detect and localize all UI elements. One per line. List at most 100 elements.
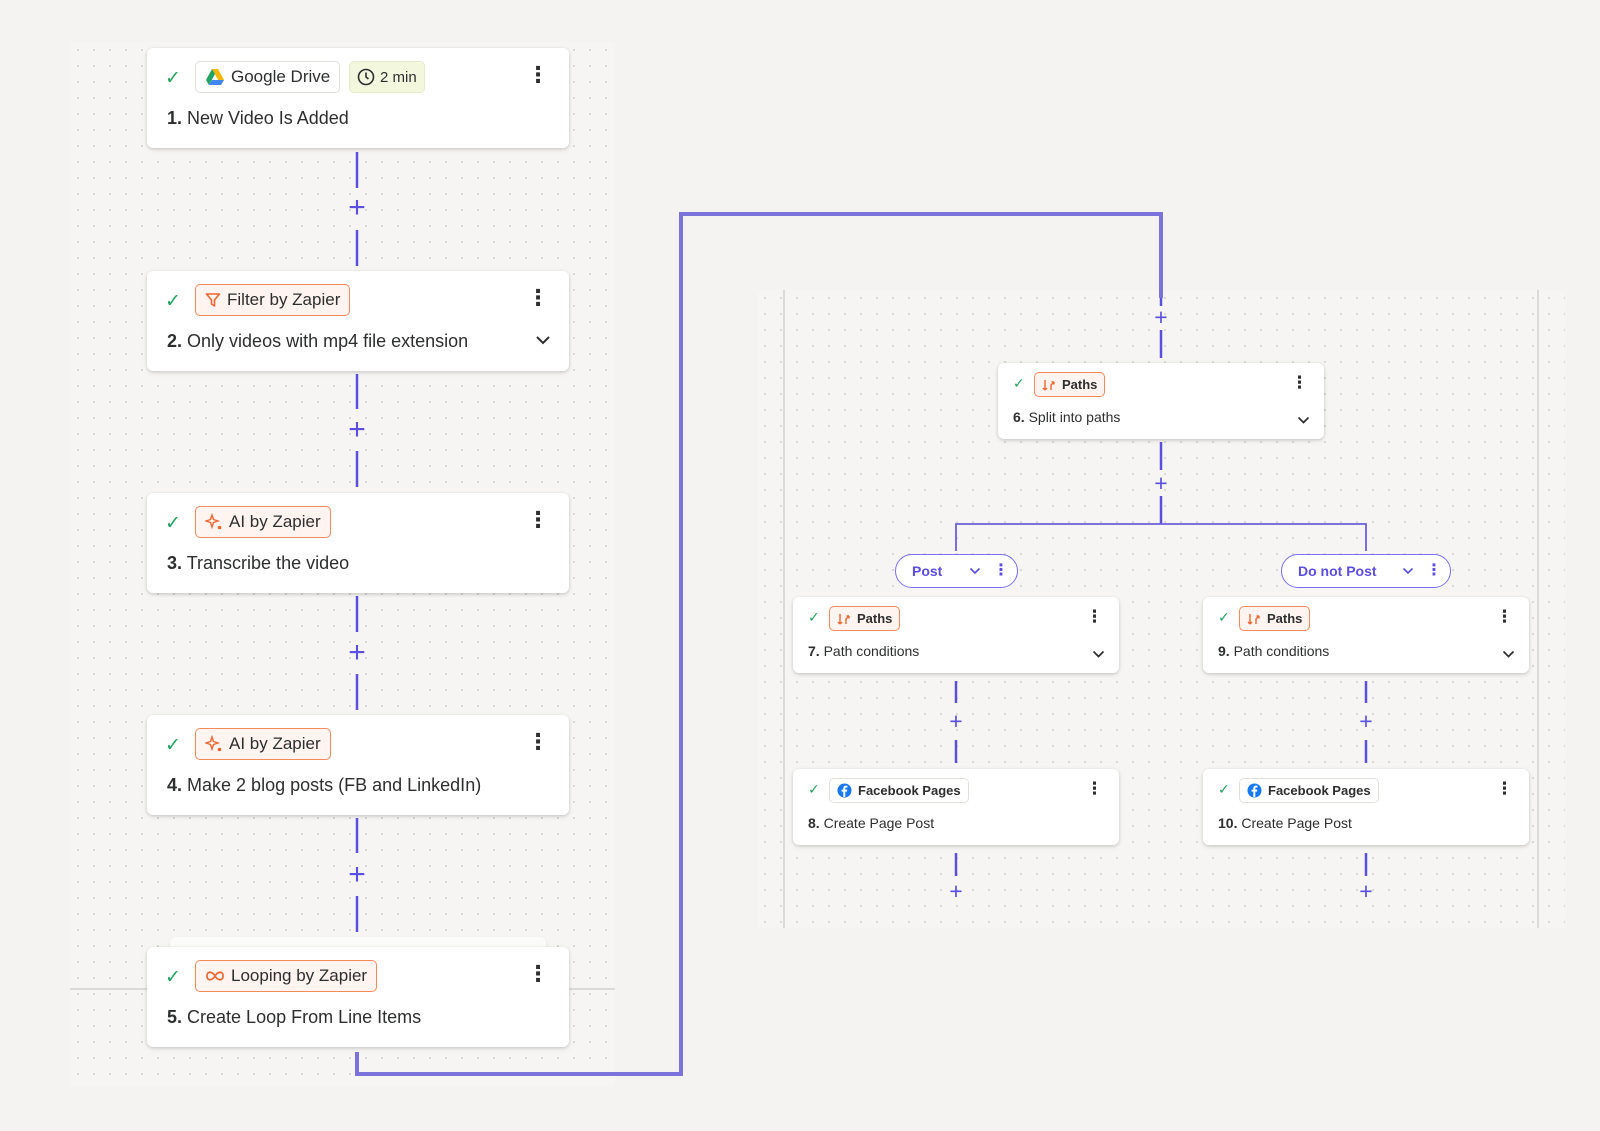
add-step-button[interactable]: + (946, 878, 966, 904)
check-icon: ✓ (1218, 609, 1230, 625)
google-drive-icon (205, 68, 225, 86)
app-badge-label: Paths (1062, 377, 1098, 392)
app-badge-label: Google Drive (231, 67, 331, 86)
check-icon: ✓ (808, 781, 820, 797)
chevron-down-icon[interactable] (1092, 645, 1105, 663)
check-icon: ✓ (165, 513, 181, 534)
step-title-text: Create Page Post (823, 815, 935, 831)
app-badge-label: Paths (1267, 611, 1303, 626)
time-badge-label: 2 min (380, 68, 417, 86)
add-step-button[interactable]: + (1356, 878, 1376, 904)
step-number: 6. (1013, 409, 1025, 425)
step-menu-kebab-icon[interactable]: ⋮ (1086, 780, 1103, 797)
add-step-button[interactable]: + (1151, 470, 1171, 496)
step-card-1[interactable]: ✓ Google Drive 2 min ⋮ 1. New Video Is A… (147, 48, 569, 148)
step-title: 1. New Video Is Added (167, 108, 349, 129)
path-pill-do-not-post[interactable]: Do not Post ⋮ (1281, 554, 1451, 588)
check-icon: ✓ (1218, 781, 1230, 797)
app-badge-label: Paths (857, 611, 893, 626)
step-card-7[interactable]: ✓ Paths ⋮ 7. Path conditions (793, 597, 1119, 673)
step-number: 2. (167, 331, 183, 351)
step-menu-kebab-icon[interactable]: ⋮ (1086, 608, 1103, 625)
chevron-down-icon[interactable] (1297, 411, 1310, 429)
step-title-text: Only videos with mp4 file extension (187, 331, 469, 351)
step-title-text: Path conditions (1233, 643, 1330, 659)
step-title-text: Create Loop From Line Items (187, 1007, 422, 1027)
app-badge-google-drive: Google Drive (195, 61, 341, 93)
chevron-down-icon[interactable] (969, 567, 981, 575)
step-card-5[interactable]: ✓ Looping by Zapier ⋮ 5. Create Loop Fro… (147, 947, 569, 1047)
step-card-6[interactable]: ✓ Paths ⋮ 6. Split into paths (998, 363, 1324, 439)
app-badge-ai: AI by Zapier (195, 506, 331, 538)
app-badge-ai: AI by Zapier (195, 728, 331, 760)
step-menu-kebab-icon[interactable]: ⋮ (1496, 608, 1513, 625)
check-icon: ✓ (165, 967, 181, 988)
paths-icon (837, 612, 851, 626)
app-badge-label: AI by Zapier (229, 734, 321, 753)
app-badge-label: Facebook Pages (858, 783, 961, 798)
app-badge-label: Looping by Zapier (231, 966, 368, 985)
app-badge-label: AI by Zapier (229, 512, 321, 531)
add-step-button[interactable]: + (1151, 304, 1171, 330)
chevron-down-icon[interactable] (1502, 645, 1515, 663)
step-title: 5. Create Loop From Line Items (167, 1007, 421, 1028)
path-pill-post[interactable]: Post ⋮ (895, 554, 1018, 588)
step-number: 7. (808, 643, 820, 659)
check-icon: ✓ (165, 291, 181, 312)
add-step-button[interactable]: + (345, 637, 369, 669)
step-title: 8. Create Page Post (808, 815, 934, 831)
step-title: 2. Only videos with mp4 file extension (167, 331, 468, 352)
step-card-3[interactable]: ✓ AI by Zapier ⋮ 3. Transcribe the video (147, 493, 569, 593)
step-menu-kebab-icon[interactable]: ⋮ (527, 509, 549, 531)
step-title: 4. Make 2 blog posts (FB and LinkedIn) (167, 775, 481, 796)
step-menu-kebab-icon[interactable]: ⋮ (527, 287, 549, 309)
step-title-text: Make 2 blog posts (FB and LinkedIn) (187, 775, 482, 795)
step-card-2[interactable]: ✓ Filter by Zapier ⋮ 2. Only videos with… (147, 271, 569, 371)
app-badge-facebook: Facebook Pages (829, 778, 969, 803)
step-title-text: Split into paths (1028, 409, 1121, 425)
chevron-down-icon[interactable] (1402, 567, 1414, 575)
step-title: 7. Path conditions (808, 643, 919, 659)
step-title: 6. Split into paths (1013, 409, 1120, 425)
branch-split-connector (955, 523, 1367, 551)
app-badge-paths: Paths (829, 606, 901, 631)
step-number: 8. (808, 815, 820, 831)
app-badge-filter: Filter by Zapier (195, 284, 351, 316)
add-step-button[interactable]: + (345, 859, 369, 891)
step-card-9[interactable]: ✓ Paths ⋮ 9. Path conditions (1203, 597, 1529, 673)
step-menu-kebab-icon[interactable]: ⋮ (527, 731, 549, 753)
add-step-button[interactable]: + (946, 708, 966, 734)
add-step-button[interactable]: + (1356, 708, 1376, 734)
ai-sparkle-icon (205, 513, 223, 531)
step-menu-kebab-icon[interactable]: ⋮ (1291, 374, 1308, 391)
check-icon: ✓ (808, 609, 820, 625)
step-menu-kebab-icon[interactable]: ⋮ (527, 963, 549, 985)
step-title: 10. Create Page Post (1218, 815, 1352, 831)
path-pill-label: Do not Post (1298, 563, 1377, 579)
loop-icon (205, 969, 225, 983)
add-step-button[interactable]: + (345, 192, 369, 224)
step-title: 9. Path conditions (1218, 643, 1329, 659)
check-icon: ✓ (165, 735, 181, 756)
check-icon: ✓ (165, 68, 181, 89)
step-title-text: Create Page Post (1241, 815, 1352, 831)
chevron-down-icon[interactable] (535, 332, 551, 350)
path-pill-label: Post (912, 563, 943, 579)
path-menu-kebab-icon[interactable]: ⋮ (1426, 563, 1442, 579)
step-number: 10. (1218, 815, 1238, 831)
paths-icon (1042, 378, 1056, 392)
step-card-8[interactable]: ✓ Facebook Pages ⋮ 8. Create Page Post (793, 769, 1119, 845)
app-badge-looping: Looping by Zapier (195, 960, 378, 992)
step-title: 3. Transcribe the video (167, 553, 349, 574)
clock-icon (357, 68, 375, 86)
add-step-button[interactable]: + (345, 414, 369, 446)
step-card-10[interactable]: ✓ Facebook Pages ⋮ 10. Create Page Post (1203, 769, 1529, 845)
time-badge: 2 min (349, 61, 425, 93)
step-menu-kebab-icon[interactable]: ⋮ (1496, 780, 1513, 797)
facebook-icon (1247, 783, 1262, 798)
step-number: 9. (1218, 643, 1230, 659)
step-menu-kebab-icon[interactable]: ⋮ (527, 64, 549, 86)
step-card-4[interactable]: ✓ AI by Zapier ⋮ 4. Make 2 blog posts (F… (147, 715, 569, 815)
path-menu-kebab-icon[interactable]: ⋮ (993, 563, 1009, 579)
step-title-text: New Video Is Added (187, 108, 349, 128)
